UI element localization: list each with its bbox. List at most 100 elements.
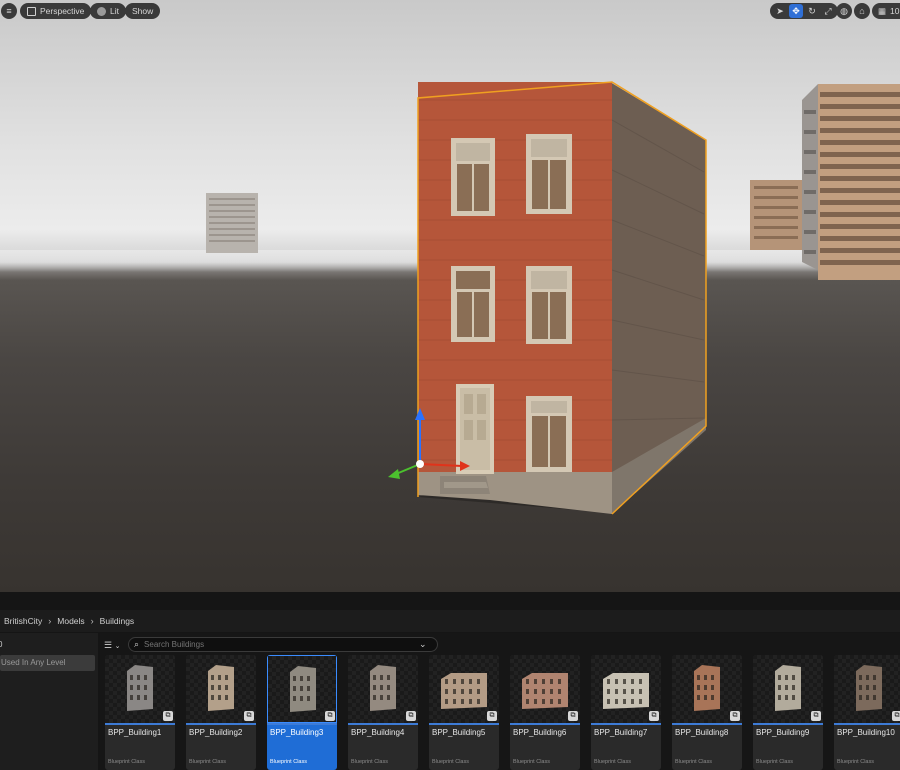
search-input[interactable]	[144, 640, 415, 649]
asset-thumbnail	[834, 655, 900, 723]
asset-name: BPP_Building5	[432, 728, 486, 737]
perspective-button[interactable]: Perspective	[20, 3, 92, 19]
select-icon[interactable]: ➤	[773, 4, 787, 18]
window	[451, 266, 495, 342]
breadcrumb-item[interactable]: Buildings	[100, 616, 135, 626]
distant-building-right	[750, 180, 802, 250]
asset-tile[interactable]: ⧉ BPP_Building2 Blueprint Class	[186, 655, 256, 770]
viewport-scene[interactable]	[0, 0, 900, 592]
hamburger-icon: ≡	[6, 6, 12, 16]
asset-tile[interactable]: ⧉ BPP_Building8 Blueprint Class	[672, 655, 742, 770]
scale-icon[interactable]: ⤢	[821, 4, 835, 18]
used-in-level-filter[interactable]: Used In Any Level	[0, 655, 95, 671]
lit-sphere-icon	[97, 6, 106, 16]
asset-view: ☰ ⌄ ⌕ ⌄ ⧉BPP_Building1Blueprint Class⧉BP…	[100, 633, 900, 770]
tower-building	[802, 84, 900, 280]
asset-tile[interactable]: ⧉ BPP_Building1 Blueprint Class	[105, 655, 175, 770]
blueprint-badge-icon: ⧉	[406, 711, 416, 721]
window	[526, 134, 572, 214]
selected-building[interactable]	[417, 81, 707, 515]
asset-tile[interactable]: ⧉ BPP_Building6 Blueprint Class	[510, 655, 580, 770]
asset-type: Blueprint Class	[189, 759, 226, 765]
distant-building-left	[206, 193, 258, 253]
asset-type-stripe	[429, 723, 499, 725]
front-door	[456, 384, 494, 474]
asset-tile[interactable]: ⧉ BPP_Building4 Blueprint Class	[348, 655, 418, 770]
window	[526, 396, 572, 472]
asset-type: Blueprint Class	[108, 759, 145, 765]
filter-count: 0	[0, 640, 3, 649]
viewport-toolbar: ≡ Perspective Lit Show ➤ ✥ ↻ ⤢ ◍ ⌂ ▦ 10	[0, 3, 900, 20]
breadcrumb-item[interactable]: Models	[57, 616, 84, 626]
blueprint-badge-icon: ⧉	[325, 711, 335, 721]
asset-type: Blueprint Class	[432, 759, 469, 765]
asset-type-stripe	[591, 723, 661, 725]
transform-tools: ➤ ✥ ↻ ⤢	[770, 3, 838, 19]
perspective-label: Perspective	[40, 6, 85, 16]
search-icon: ⌕	[134, 639, 140, 649]
asset-type: Blueprint Class	[513, 759, 550, 765]
asset-name: BPP_Building2	[189, 728, 243, 737]
asset-name: BPP_Building10	[837, 728, 895, 737]
building-thumbnail-icon	[856, 665, 882, 711]
blueprint-badge-icon: ⧉	[568, 711, 578, 721]
asset-name: BPP_Building8	[675, 728, 729, 737]
chevron-down-icon: ⌄	[114, 643, 121, 650]
lit-button[interactable]: Lit	[90, 3, 126, 19]
asset-tile[interactable]: ⧉ BPP_Building5 Blueprint Class	[429, 655, 499, 770]
asset-name: BPP_Building9	[756, 728, 810, 737]
window	[451, 138, 495, 216]
asset-type-stripe	[348, 723, 418, 725]
chevron-right-icon: ›	[90, 616, 94, 626]
filters-panel: 0 Used In Any Level	[0, 633, 98, 770]
asset-name: BPP_Building3	[270, 728, 324, 737]
chevron-right-icon: ›	[48, 616, 52, 626]
blueprint-badge-icon: ⧉	[730, 711, 740, 721]
asset-tile[interactable]: ⧉ BPP_Building3 Blueprint Class	[267, 655, 337, 770]
filter-icon: ☰	[104, 640, 113, 650]
filter-button[interactable]: ☰ ⌄	[104, 638, 126, 652]
breadcrumb: BritishCity › Models › Buildings	[0, 610, 900, 632]
blueprint-badge-icon: ⧉	[244, 711, 254, 721]
search-field[interactable]: ⌕ ⌄	[128, 637, 438, 652]
asset-tile[interactable]: ⧉ BPP_Building7 Blueprint Class	[591, 655, 661, 770]
rotate-icon[interactable]: ↻	[805, 4, 819, 18]
window	[526, 266, 572, 344]
editor-window: ≡ Perspective Lit Show ➤ ✥ ↻ ⤢ ◍ ⌂ ▦ 10 …	[0, 0, 900, 770]
lit-label: Lit	[110, 6, 119, 16]
viewport-menu-button[interactable]: ≡	[1, 3, 17, 19]
asset-type-stripe	[672, 723, 742, 725]
blueprint-badge-icon: ⧉	[649, 711, 659, 721]
asset-type-stripe	[753, 723, 823, 725]
asset-type: Blueprint Class	[270, 759, 307, 765]
chevron-down-icon[interactable]: ⌄	[419, 639, 427, 650]
asset-name: BPP_Building6	[513, 728, 567, 737]
asset-type-stripe	[267, 723, 337, 725]
grid-snap-button[interactable]: ▦ 10	[872, 3, 900, 19]
asset-type: Blueprint Class	[837, 759, 874, 765]
blueprint-badge-icon: ⧉	[163, 711, 173, 721]
asset-type: Blueprint Class	[594, 759, 631, 765]
move-icon[interactable]: ✥	[789, 4, 803, 18]
cube-icon	[27, 6, 36, 16]
level-viewport[interactable]: ≡ Perspective Lit Show ➤ ✥ ↻ ⤢ ◍ ⌂ ▦ 10	[0, 0, 900, 592]
surface-snap-icon[interactable]: ⌂	[854, 3, 870, 19]
asset-type-stripe	[834, 723, 900, 725]
asset-type-stripe	[186, 723, 256, 725]
show-button[interactable]: Show	[125, 3, 161, 19]
grid-snap-value: 10	[890, 6, 900, 16]
asset-name: BPP_Building4	[351, 728, 405, 737]
blueprint-badge-icon: ⧉	[892, 711, 900, 721]
show-label: Show	[132, 6, 154, 16]
breadcrumb-item[interactable]: BritishCity	[4, 616, 42, 626]
asset-name: BPP_Building1	[108, 728, 162, 737]
blueprint-badge-icon: ⧉	[487, 711, 497, 721]
asset-tile[interactable]: ⧉ BPP_Building10 Blueprint Class	[834, 655, 900, 770]
world-icon[interactable]: ◍	[836, 3, 852, 19]
asset-type: Blueprint Class	[756, 759, 793, 765]
asset-type: Blueprint Class	[351, 759, 388, 765]
blueprint-badge-icon: ⧉	[811, 711, 821, 721]
asset-type: Blueprint Class	[675, 759, 712, 765]
asset-name: BPP_Building7	[594, 728, 648, 737]
asset-tile[interactable]: ⧉ BPP_Building9 Blueprint Class	[753, 655, 823, 770]
